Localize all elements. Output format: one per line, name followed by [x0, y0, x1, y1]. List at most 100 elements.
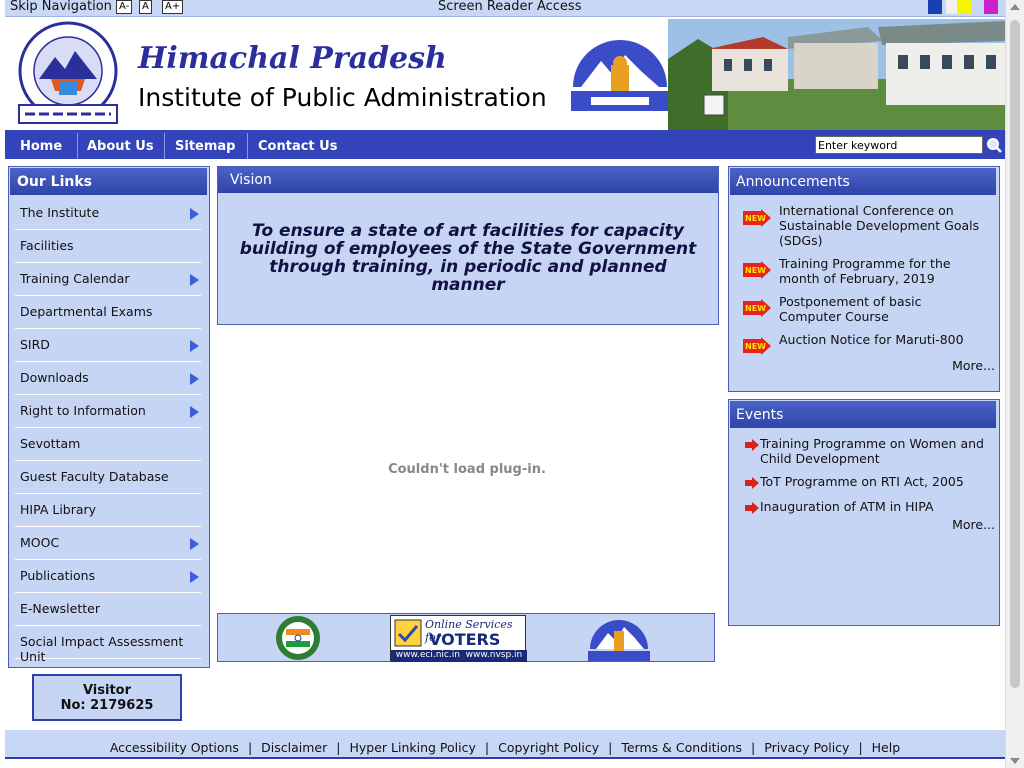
footer-link-help[interactable]: Help — [872, 740, 901, 755]
new-badge-icon: NEW — [743, 299, 771, 317]
search-icon[interactable] — [985, 136, 1003, 154]
our-links-item-label: Publications — [20, 568, 96, 583]
our-links-item-publications[interactable]: Publications — [15, 560, 201, 593]
footer-separator: | — [484, 740, 490, 755]
our-links-item-departmental-exams[interactable]: Departmental Exams — [15, 296, 201, 329]
our-links-item-the-institute[interactable]: The Institute — [15, 197, 201, 230]
site-header: Himachal Pradesh Institute of Public Adm… — [5, 17, 1005, 130]
our-links-item-sird[interactable]: SIRD — [15, 329, 201, 362]
footer-link-accessibility-options[interactable]: Accessibility Options — [110, 740, 239, 755]
nav-home[interactable]: Home — [20, 130, 62, 159]
event-item[interactable]: Inauguration of ATM in HIPA — [760, 499, 985, 514]
submenu-arrow-icon — [190, 340, 199, 352]
svg-text:NEW: NEW — [745, 342, 766, 351]
our-links-item-label: Social Impact Assessment Unit — [20, 634, 184, 664]
our-links-item-mooc[interactable]: MOOC — [15, 527, 201, 560]
submenu-arrow-icon — [190, 538, 199, 550]
plugin-area: Couldn't load plug-in. — [217, 325, 717, 613]
announcement-item[interactable]: Auction Notice for Maruti-800 — [779, 332, 984, 347]
footer-link-privacy-policy[interactable]: Privacy Policy — [764, 740, 849, 755]
footer-separator: | — [858, 740, 863, 755]
our-links-title: Our Links — [10, 168, 207, 195]
footer-separator: | — [751, 740, 756, 755]
nav-about-us[interactable]: About Us — [87, 130, 154, 159]
top-utility-bar: Skip Navigation A- A A+ Screen Reader Ac… — [5, 0, 1005, 17]
india-gov-portal-icon[interactable] — [274, 615, 322, 661]
our-links-item-label: MOOC — [20, 535, 60, 550]
footer-separator: | — [247, 740, 253, 755]
plugin-error-message: Couldn't load plug-in. — [388, 462, 546, 477]
new-badge-icon: NEW — [743, 261, 771, 279]
voters-line2: VOTERS — [429, 630, 501, 649]
our-links-item-facilities[interactable]: Facilities — [15, 230, 201, 263]
footer-link-hyper-linking-policy[interactable]: Hyper Linking Policy — [350, 740, 476, 755]
events-more-link[interactable]: More... — [952, 517, 995, 532]
submenu-arrow-icon — [190, 208, 199, 220]
theme-magenta-swatch[interactable] — [984, 0, 998, 14]
events-title: Events — [730, 401, 996, 428]
announcements-title: Announcements — [730, 168, 996, 195]
announcement-item[interactable]: Training Programme for the month of Febr… — [779, 256, 984, 286]
vision-panel: Vision To ensure a state of art faciliti… — [217, 166, 719, 325]
skip-navigation-link[interactable]: Skip Navigation — [10, 0, 112, 14]
nav-contact-us[interactable]: Contact Us — [258, 130, 337, 159]
announcement-item[interactable]: Postponement of basic Computer Course — [779, 294, 984, 324]
theme-yellow-swatch[interactable] — [957, 0, 971, 14]
our-links-item-label: Right to Information — [20, 403, 146, 418]
page: Skip Navigation A- A A+ Screen Reader Ac… — [5, 0, 1005, 768]
svg-text:NEW: NEW — [745, 266, 766, 275]
footer-link-terms-conditions[interactable]: Terms & Conditions — [621, 740, 742, 755]
our-links-item-training-calendar[interactable]: Training Calendar — [15, 263, 201, 296]
our-links-item-downloads[interactable]: Downloads — [15, 362, 201, 395]
font-increase-button[interactable]: A+ — [162, 0, 184, 14]
event-item[interactable]: Training Programme on Women and Child De… — [760, 436, 985, 466]
screen-reader-access-link[interactable]: Screen Reader Access — [438, 0, 581, 14]
footer-link-copyright-policy[interactable]: Copyright Policy — [498, 740, 599, 755]
scroll-up-icon[interactable] — [1010, 4, 1020, 10]
search-input[interactable] — [815, 136, 983, 154]
scroll-thumb[interactable] — [1010, 20, 1020, 688]
event-arrow-icon — [745, 439, 759, 451]
footer-separator: | — [336, 740, 341, 755]
site-title-line1: Himachal Pradesh — [138, 41, 447, 76]
new-badge-icon: NEW — [743, 209, 771, 227]
new-badge-icon: NEW — [743, 337, 771, 355]
our-links-item-label: Downloads — [20, 370, 89, 385]
footer-links-bar: Accessibility Options | Disclaimer | Hyper L… — [5, 730, 1005, 759]
our-links-item-label: Training Calendar — [20, 271, 130, 286]
our-links-item-sevottam[interactable]: Sevottam — [15, 428, 201, 461]
event-item[interactable]: ToT Programme on RTI Act, 2005 — [760, 474, 985, 489]
vision-statement: To ensure a state of art facilities for … — [239, 221, 697, 295]
institute-building-photo — [668, 19, 1005, 130]
submenu-arrow-icon — [190, 571, 199, 583]
vision-title: Vision — [218, 167, 718, 193]
theme-blue-swatch[interactable] — [928, 0, 942, 14]
our-links-item-label: SIRD — [20, 337, 50, 352]
our-links-item-hipa-library[interactable]: HIPA Library — [15, 494, 201, 527]
our-links-item-label: E-Newsletter — [20, 601, 100, 616]
font-normal-button[interactable]: A — [139, 0, 152, 14]
our-links-item-right-to-information[interactable]: Right to Information — [15, 395, 201, 428]
our-links-item-e-newsletter[interactable]: E-Newsletter — [15, 593, 201, 626]
font-decrease-button[interactable]: A- — [116, 0, 133, 14]
announcements-more-link[interactable]: More... — [952, 358, 995, 373]
visitor-counter: Visitor No: 2179625 — [32, 674, 182, 721]
page-scrollbar[interactable] — [1005, 0, 1024, 768]
svg-text:NEW: NEW — [745, 214, 766, 223]
our-links-item-label: The Institute — [20, 205, 100, 220]
our-links-item-label: Sevottam — [20, 436, 81, 451]
scroll-down-icon[interactable] — [1010, 758, 1020, 764]
our-links-item-guest-faculty-database[interactable]: Guest Faculty Database — [15, 461, 201, 494]
nav-sitemap[interactable]: Sitemap — [175, 130, 235, 159]
our-links-item-label: Facilities — [20, 238, 74, 253]
footer-link-disclaimer[interactable]: Disclaimer — [261, 740, 327, 755]
announcement-item[interactable]: International Conference on Sustainable … — [779, 203, 984, 248]
voters-urls: www.eci.nic.in www.nvsp.in — [395, 650, 523, 660]
hipa-logo-icon[interactable] — [11, 21, 125, 127]
partner-banner-strip: Online Services for VOTERS www.eci.nic.i… — [217, 613, 715, 662]
online-services-voters-banner[interactable]: Online Services for VOTERS www.eci.nic.i… — [390, 615, 527, 662]
our-links-item-social-impact-assessment-unit[interactable]: Social Impact Assessment Unit — [15, 626, 201, 664]
hp-government-banner-icon[interactable] — [586, 615, 652, 661]
submenu-arrow-icon — [190, 274, 199, 286]
our-links-item-label: Guest Faculty Database — [20, 469, 169, 484]
